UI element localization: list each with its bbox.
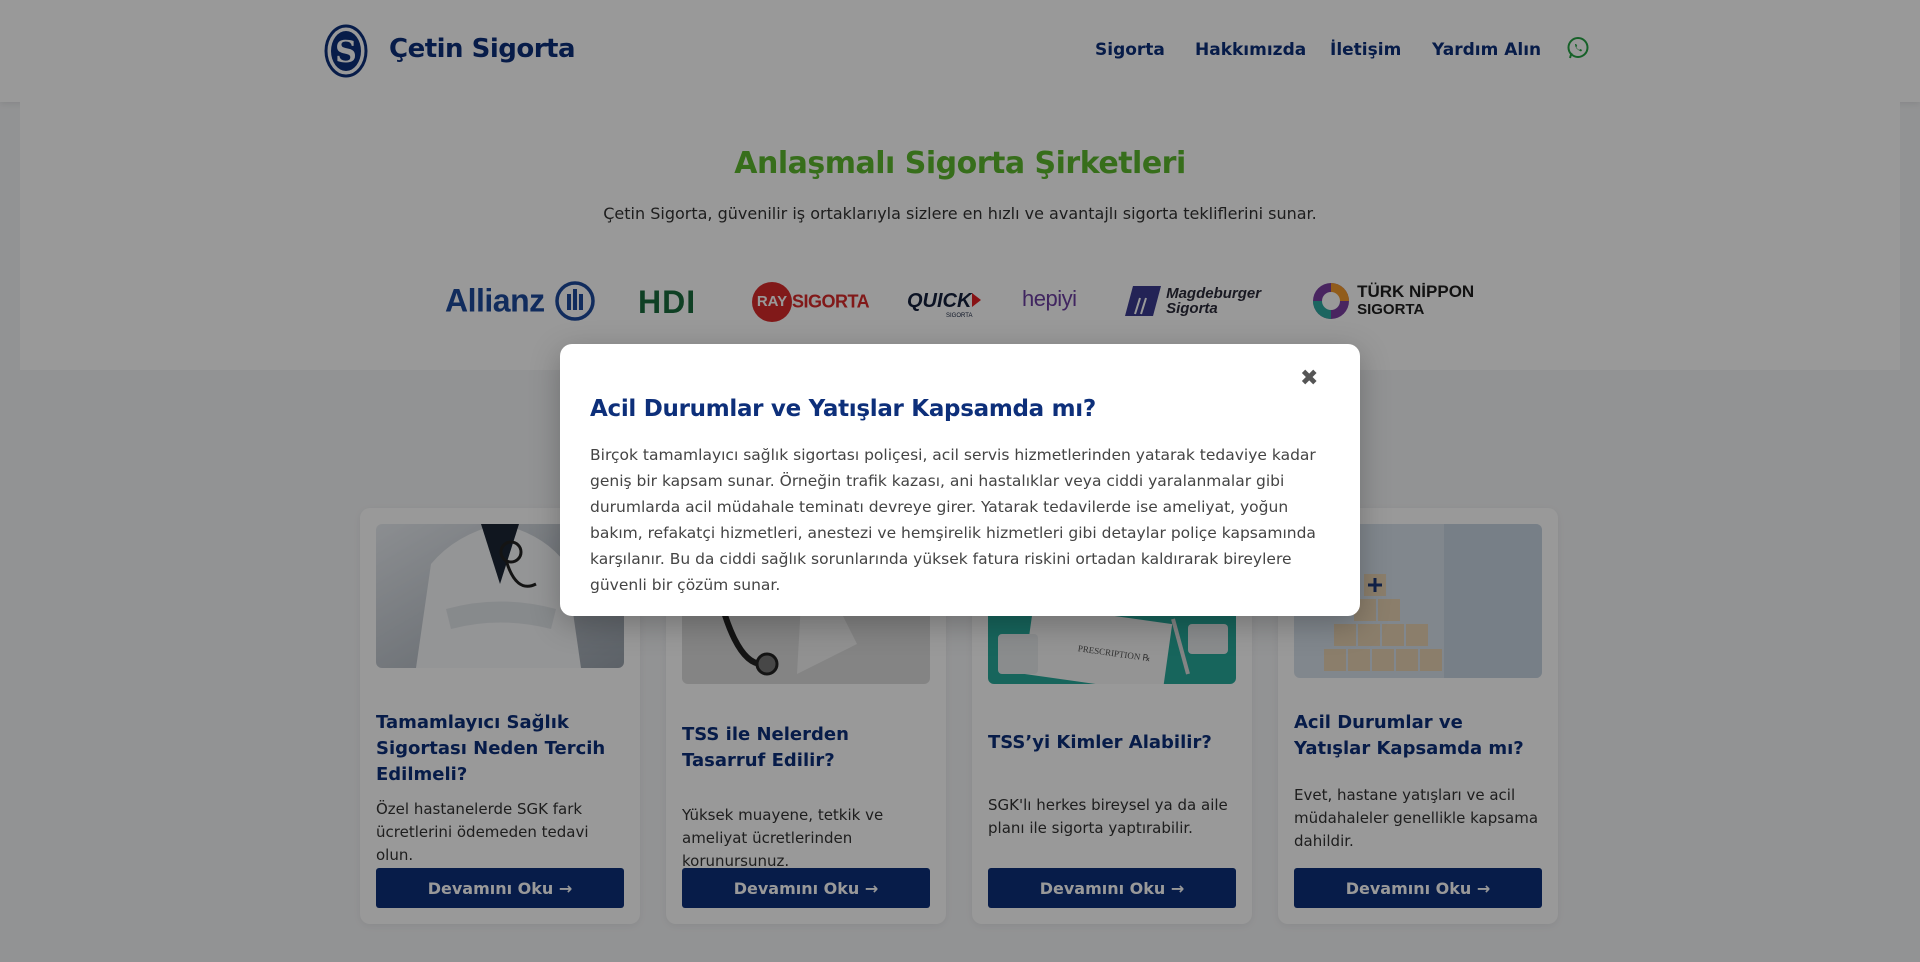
modal-body: Birçok tamamlayıcı sağlık sigortası poli… <box>590 446 1316 594</box>
close-icon[interactable]: ✖ <box>1300 366 1318 391</box>
article-modal: ✖ Acil Durumlar ve Yatışlar Kapsamda mı?… <box>560 344 1360 616</box>
modal-title: Acil Durumlar ve Yatışlar Kapsamda mı? <box>590 396 1096 422</box>
